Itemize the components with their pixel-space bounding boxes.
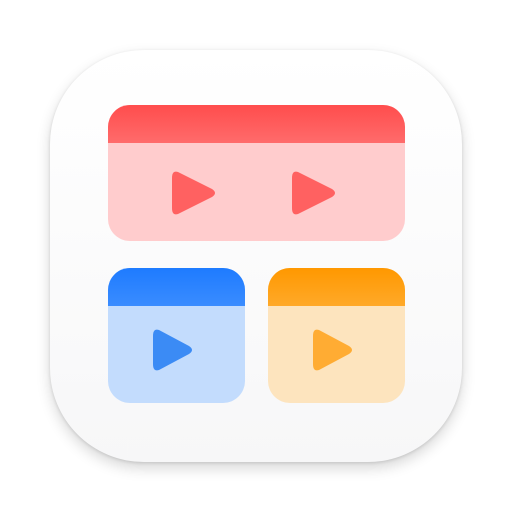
app-icon: [0, 0, 512, 512]
play-icon: [172, 171, 215, 215]
panel-header-bar: [108, 105, 405, 143]
panel-header-bar: [268, 268, 405, 306]
play-icon: [313, 329, 352, 371]
play-icon: [153, 329, 192, 371]
video-panel-blue: [108, 268, 245, 403]
panel-header-bar: [108, 268, 245, 306]
video-panel-orange: [268, 268, 405, 403]
video-panel-red: [108, 105, 405, 241]
play-icon: [292, 171, 335, 215]
